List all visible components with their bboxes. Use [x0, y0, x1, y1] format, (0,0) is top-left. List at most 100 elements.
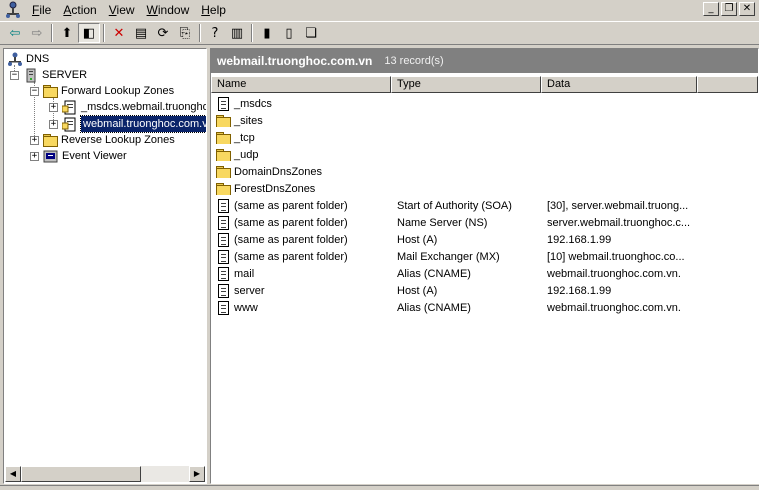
action-pane-button[interactable]: ▥	[226, 23, 248, 43]
table-row[interactable]: server Host (A) 192.168.1.99	[211, 282, 758, 299]
menu-help[interactable]: Help	[195, 1, 232, 19]
menu-label: ile	[39, 3, 52, 17]
record-name-cell: _sites	[211, 114, 391, 127]
table-row[interactable]: (same as parent folder) Host (A) 192.168.1…	[211, 231, 758, 248]
close-button[interactable]: ✕	[739, 2, 755, 16]
minimize-button[interactable]: _	[703, 2, 719, 16]
tree-item-forward-lookup-zones[interactable]: − Forward Lookup Zones	[30, 83, 174, 99]
record-name-cell: mail	[211, 266, 391, 281]
record-type: Host (A)	[397, 284, 438, 297]
column-name[interactable]: Name	[211, 76, 391, 93]
server-icon	[23, 68, 39, 83]
refresh-button[interactable]: ⟳	[152, 23, 174, 43]
delete-icon: ✕	[113, 25, 125, 41]
record-type: Host (A)	[397, 233, 438, 246]
tree-item-server[interactable]: − SERVER	[10, 67, 87, 83]
tree-horizontal-scrollbar[interactable]: ◀ ▶	[5, 466, 205, 482]
menu-label: indow	[157, 3, 190, 17]
record-icon	[218, 300, 229, 315]
collapse-icon[interactable]: −	[30, 86, 39, 96]
scroll-right-icon[interactable]: ▶	[189, 466, 205, 482]
new-domain-button[interactable]: ❏	[300, 23, 322, 43]
toolbar-separator	[51, 24, 53, 42]
properties-button[interactable]: ▤	[130, 23, 152, 43]
table-row[interactable]: (same as parent folder) Name Server (NS) s…	[211, 214, 758, 231]
show-hide-tree-button[interactable]: ◧	[78, 23, 100, 43]
record-name-cell: (same as parent folder)	[211, 198, 391, 213]
restore-button[interactable]: ❐	[721, 2, 737, 16]
record-name-cell: ForestDnsZones	[211, 182, 391, 195]
record-type: Alias (CNAME)	[397, 267, 471, 280]
new-server-button[interactable]: ▮	[256, 23, 278, 43]
expand-icon[interactable]: +	[30, 135, 39, 145]
record-name: _tcp	[234, 131, 255, 144]
table-row[interactable]: (same as parent folder) Start of Authorit…	[211, 197, 758, 214]
record-type: Name Server (NS)	[397, 216, 488, 229]
scroll-track[interactable]	[21, 466, 189, 482]
new-record-button[interactable]: ▯	[278, 23, 300, 43]
record-data: 192.168.1.99	[547, 284, 612, 297]
menu-label: elp	[209, 3, 226, 17]
record-name-cell: (same as parent folder)	[211, 249, 391, 264]
table-row[interactable]: _msdcs	[211, 95, 758, 112]
collapse-icon[interactable]: −	[10, 70, 19, 80]
server-icon: ▮	[263, 25, 271, 41]
record-icon	[218, 232, 229, 247]
forward-button[interactable]: ⇨	[26, 23, 48, 43]
arrow-left-icon: ⇦	[9, 25, 21, 41]
back-button[interactable]: ⇦	[4, 23, 26, 43]
record-name: _msdcs	[234, 97, 272, 110]
table-row[interactable]: ForestDnsZones	[211, 180, 758, 197]
scroll-thumb[interactable]	[21, 466, 141, 482]
table-row[interactable]: DomainDnsZones	[211, 163, 758, 180]
tree-label: DNS	[26, 53, 50, 65]
table-row[interactable]: _sites	[211, 112, 758, 129]
record-data: server.webmail.truonghoc.c...	[547, 216, 691, 229]
expand-icon[interactable]: +	[30, 151, 39, 161]
tree-item-event-viewer[interactable]: + Event Viewer	[30, 148, 127, 164]
column-data[interactable]: Data	[541, 76, 697, 93]
scroll-left-icon[interactable]: ◀	[5, 466, 21, 482]
record-name-cell: www	[211, 300, 391, 315]
tree-item-msdcs-zone[interactable]: + _msdcs.webmail.truonghoc	[49, 99, 207, 115]
table-row[interactable]: www Alias (CNAME) webmail.truonghoc.com.vn…	[211, 299, 758, 316]
export-icon: ⎘	[179, 25, 191, 41]
menu-window[interactable]: Window	[141, 1, 196, 19]
menu-action[interactable]: Action	[57, 1, 102, 19]
record-type: Start of Authority (SOA)	[397, 199, 512, 212]
details-pane: webmail.truonghoc.com.vn 13 record(s) Na…	[210, 48, 759, 484]
table-row[interactable]: _tcp	[211, 129, 758, 146]
table-row[interactable]: (same as parent folder) Mail Exchanger (M…	[211, 248, 758, 265]
menu-view[interactable]: View	[103, 1, 141, 19]
tree-item-dns[interactable]: DNS	[7, 51, 49, 67]
console-tree[interactable]: DNS − SERVER − Forward Lookup Zones + _m…	[3, 48, 207, 484]
record-data: [10] webmail.truonghoc.co...	[547, 250, 685, 263]
up-one-level-button[interactable]: ⬆	[56, 23, 78, 43]
tree-label: _msdcs.webmail.truonghoc	[81, 101, 207, 113]
zone-icon	[61, 100, 78, 115]
help-button[interactable]: ?	[204, 23, 226, 43]
record-name-cell: _udp	[211, 148, 391, 161]
export-list-button[interactable]: ⎘	[174, 23, 196, 43]
table-row[interactable]: _udp	[211, 146, 758, 163]
table-row[interactable]: mail Alias (CNAME) webmail.truonghoc.com.v…	[211, 265, 758, 282]
toolbar-separator	[251, 24, 253, 42]
properties-icon: ▤	[134, 25, 148, 41]
tree-item-webmail-zone[interactable]: + webmail.truonghoc.com.vn	[49, 115, 206, 133]
tree-item-reverse-lookup-zones[interactable]: + Reverse Lookup Zones	[30, 132, 175, 148]
expand-icon[interactable]: +	[49, 102, 58, 112]
expand-icon[interactable]: +	[49, 119, 58, 129]
folder-icon	[216, 148, 231, 161]
record-name-cell: (same as parent folder)	[211, 232, 391, 247]
record-data: webmail.truonghoc.com.vn.	[547, 267, 681, 280]
dns-app-icon[interactable]	[4, 1, 22, 19]
record-name: (same as parent folder)	[234, 199, 348, 212]
record-type: Mail Exchanger (MX)	[397, 250, 500, 263]
domain-icon: ❏	[305, 25, 317, 41]
record-name-cell: _msdcs	[211, 96, 391, 111]
record-name: DomainDnsZones	[234, 165, 323, 178]
record-name: _sites	[234, 114, 263, 127]
column-type[interactable]: Type	[391, 76, 541, 93]
delete-button[interactable]: ✕	[108, 23, 130, 43]
menu-file[interactable]: File	[26, 1, 57, 19]
